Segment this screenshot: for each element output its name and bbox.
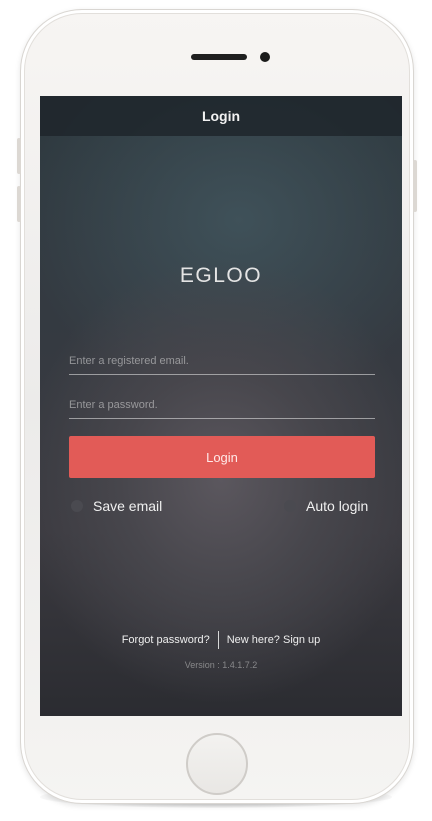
page-title: Login [201, 108, 241, 124]
save-email-label: Save email [93, 498, 163, 514]
volume-up-button [17, 138, 21, 174]
footer-links: Forgot password? New here? Sign up [40, 631, 402, 649]
password-field[interactable] [69, 392, 375, 419]
speaker-icon [191, 54, 247, 60]
stage: Login EGLOO Login Save email Auto login … [0, 0, 432, 821]
login-button[interactable]: Login [69, 436, 375, 478]
email-field[interactable] [69, 348, 375, 375]
home-button-icon[interactable] [186, 733, 248, 795]
auto-login-label: Auto login [306, 498, 369, 514]
forgot-password-link[interactable]: Forgot password? [122, 634, 210, 646]
volume-down-button [17, 186, 21, 222]
power-button [413, 160, 417, 212]
sign-up-link[interactable]: New here? Sign up [227, 634, 321, 646]
auto-login-toggle[interactable]: Auto login [284, 498, 368, 514]
auto-login-radio[interactable] [284, 500, 296, 512]
camera-icon [260, 52, 270, 62]
navbar: Login [40, 96, 402, 136]
footer-divider [217, 631, 219, 649]
save-email-toggle[interactable]: Save email [71, 498, 162, 514]
app-screen: Login EGLOO Login Save email Auto login … [40, 96, 402, 716]
save-email-radio[interactable] [71, 500, 83, 512]
app-logo: EGLOO [179, 264, 263, 287]
version-text: Version : 1.4.1.7.2 [184, 660, 258, 670]
